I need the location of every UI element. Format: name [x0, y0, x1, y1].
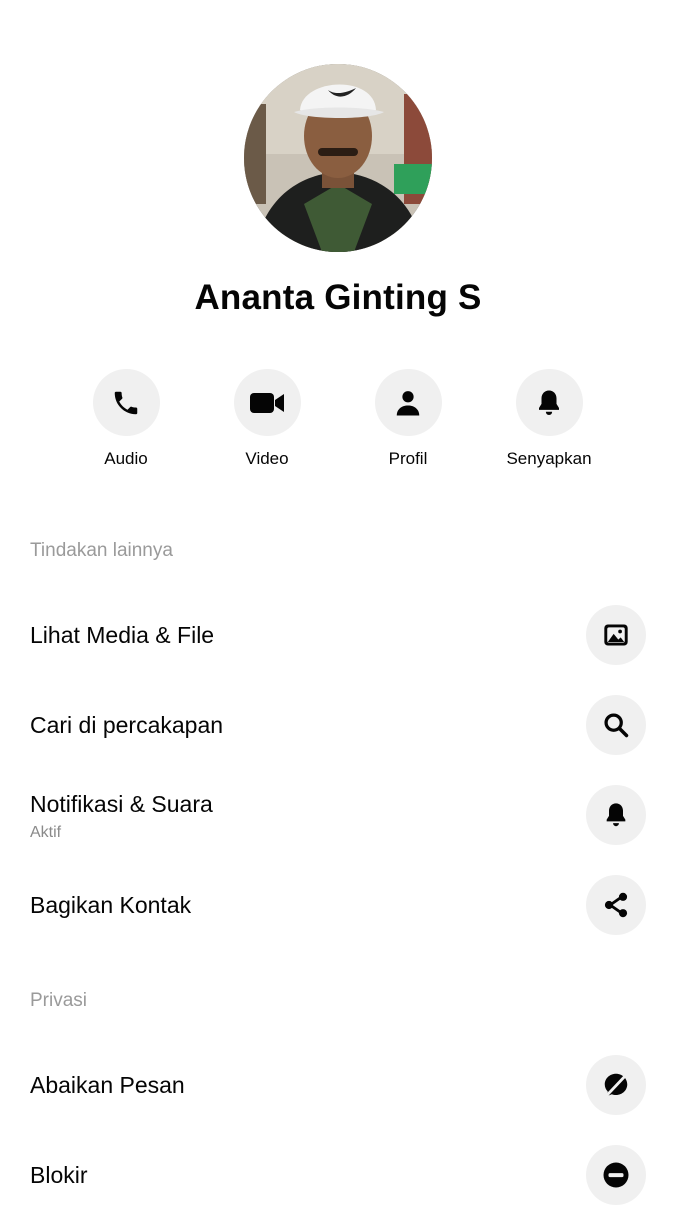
- view-media-files-item[interactable]: Lihat Media & File: [0, 595, 676, 675]
- ignore-messages-button[interactable]: [586, 1055, 646, 1115]
- share-icon: [604, 892, 628, 918]
- block-icon: [603, 1162, 629, 1188]
- mute-circle[interactable]: [515, 369, 583, 436]
- search-conversation-button[interactable]: [586, 695, 646, 755]
- bell-icon: [539, 390, 559, 415]
- view-media-files-button[interactable]: [586, 605, 646, 665]
- block-button[interactable]: [586, 1145, 646, 1205]
- video-call-circle[interactable]: [233, 369, 301, 436]
- view-media-files-label: Lihat Media & File: [30, 622, 215, 648]
- mute-label: Senyapkan: [506, 449, 592, 468]
- block-label: Blokir: [30, 1162, 88, 1188]
- video-label: Video: [245, 449, 289, 468]
- notifications-status: Aktif: [30, 824, 62, 841]
- person-icon: [396, 390, 420, 415]
- profile-button[interactable]: Profil: [338, 369, 478, 469]
- ignore-icon: [604, 1072, 629, 1098]
- notifications-sound-item[interactable]: Notifikasi & Suara Aktif: [0, 775, 676, 855]
- notifications-sound-label: Notifikasi & Suara: [30, 791, 213, 817]
- block-item[interactable]: Blokir: [0, 1135, 676, 1215]
- ignore-messages-item[interactable]: Abaikan Pesan: [0, 1045, 676, 1125]
- ignore-messages-label: Abaikan Pesan: [30, 1072, 185, 1098]
- image-icon: [604, 624, 628, 646]
- bell-icon: [606, 803, 626, 827]
- profile-avatar[interactable]: [244, 64, 432, 252]
- profile-name: Ananta Ginting S: [194, 278, 482, 317]
- profile-circle[interactable]: [374, 369, 442, 436]
- share-contact-button[interactable]: [586, 875, 646, 935]
- more-actions-heading: Tindakan lainnya: [30, 540, 173, 561]
- video-call-button[interactable]: Video: [197, 369, 337, 469]
- search-conversation-label: Cari di percakapan: [30, 712, 224, 738]
- audio-call-button[interactable]: Audio: [56, 369, 196, 469]
- search-icon: [604, 713, 629, 738]
- video-camera-icon: [250, 392, 284, 413]
- privacy-heading: Privasi: [30, 990, 88, 1011]
- share-contact-item[interactable]: Bagikan Kontak: [0, 865, 676, 945]
- share-contact-label: Bagikan Kontak: [30, 892, 192, 918]
- audio-label: Audio: [104, 449, 148, 468]
- profile-label: Profil: [388, 449, 428, 468]
- audio-call-circle[interactable]: [92, 369, 160, 436]
- phone-icon: [114, 391, 138, 414]
- mute-button[interactable]: Senyapkan: [479, 369, 619, 469]
- notifications-sound-button[interactable]: [586, 785, 646, 845]
- search-conversation-item[interactable]: Cari di percakapan: [0, 685, 676, 765]
- quick-actions: Audio Video Profil Senyapkan: [0, 369, 676, 479]
